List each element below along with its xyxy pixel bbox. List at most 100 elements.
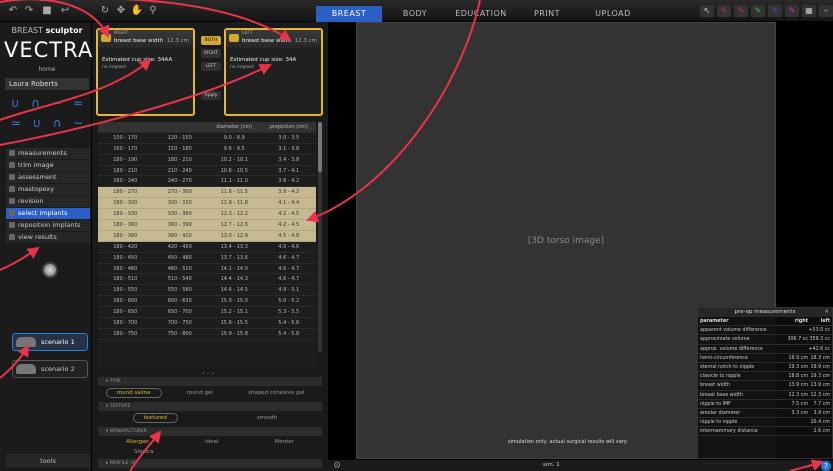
table-row[interactable]: 160 - 170 150 - 180 9.6 - 9.5 3.1 - 3.8 <box>98 144 316 155</box>
table-row[interactable]: 100 - 170 120 - 150 9.0 - 8.9 3.0 - 3.5 <box>98 133 316 144</box>
manufacturer-header[interactable]: ▾ MANUFACTURER <box>98 427 322 436</box>
menu-reposition-implants[interactable]: reposition implants <box>6 220 90 231</box>
column-header[interactable]: projection (cm) <box>262 122 317 132</box>
table-scrollbar[interactable] <box>318 122 322 352</box>
measurement-row: nipple to nipple 20.4 cm <box>698 418 832 428</box>
table-row[interactable]: 180 - 300 300 - 330 11.9 - 11.8 4.1 - 4.4 <box>98 198 316 210</box>
menu-trim-image[interactable]: trim image <box>6 160 90 171</box>
column-header[interactable]: diameter (cm) <box>207 122 262 132</box>
option-sientra[interactable]: Sientra <box>124 448 164 456</box>
view-side-icon[interactable]: ∼ <box>52 96 62 110</box>
view-oblique-icon[interactable]: ∩ <box>31 96 40 110</box>
table-cell: 180 - 210 <box>167 156 192 163</box>
menu-assessment[interactable]: assessment <box>6 172 90 183</box>
left-breast-card[interactable]: LEFT breast base width 12.3 cm Estimated… <box>224 28 323 116</box>
table-row[interactable]: 180 - 240 240 - 270 11.1 - 11.0 3.8 - 4.2 <box>98 176 316 188</box>
view-shade-icon[interactable]: ∪ <box>32 116 41 130</box>
tool-green-line-icon[interactable]: ✎ <box>751 5 765 17</box>
table-row[interactable]: 180 - 210 210 - 240 10.6 - 10.5 3.7 - 4.1 <box>98 166 316 177</box>
view-wire-icon[interactable]: ≃ <box>11 116 21 130</box>
view-shape-row-1: ∪ ∩ ∼ ≈ <box>5 94 89 112</box>
option-round-saline[interactable]: round saline <box>105 388 162 398</box>
table-cell: 180 - 420 <box>113 243 138 250</box>
scenario-1-button[interactable]: scenario 1 <box>12 333 88 351</box>
view-icon[interactable]: ■ <box>40 4 54 18</box>
tab-upload[interactable]: UPLOAD <box>580 6 646 22</box>
zoom-icon[interactable]: ⚲ <box>146 4 160 18</box>
tools-button[interactable]: tools <box>6 454 90 468</box>
table-row[interactable]: 180 - 650 650 - 700 15.2 - 15.1 5.3 - 5.5 <box>98 307 316 319</box>
help-icon[interactable]: ? <box>821 461 831 471</box>
left-button[interactable]: LEFT <box>201 62 221 71</box>
tool-blue-line-icon[interactable]: ✎ <box>768 5 782 17</box>
tab-print[interactable]: PRINT <box>514 6 580 22</box>
option-shaped-cohesive-gel[interactable]: shaped cohesive gel <box>238 389 314 397</box>
both-button[interactable]: BOTH <box>201 36 221 45</box>
table-cell: 11.9 - 11.8 <box>220 200 248 207</box>
table-row[interactable]: 180 - 270 270 - 300 11.6 - 11.5 3.9 - 4.2 <box>98 187 316 199</box>
option-ideal[interactable]: Ideal <box>195 438 228 446</box>
tab-breast[interactable]: BREAST <box>316 6 382 22</box>
option-smooth[interactable]: smooth <box>247 414 288 422</box>
tool-purple-line-icon[interactable]: ✎ <box>785 5 799 17</box>
table-row[interactable]: 180 - 190 180 - 210 10.2 - 10.1 3.4 - 3.8 <box>98 155 316 166</box>
pan-icon[interactable]: ✋ <box>130 4 144 18</box>
rotate-icon[interactable]: ↻ <box>98 4 112 18</box>
table-row[interactable]: 180 - 750 750 - 800 15.9 - 15.8 5.4 - 5.8 <box>98 329 316 340</box>
menu-revision[interactable]: revision <box>6 196 90 207</box>
table-row[interactable]: 180 - 480 480 - 510 14.1 - 14.0 4.6 - 4.7 <box>98 264 316 275</box>
tab-body[interactable]: BODY <box>382 6 448 22</box>
rotate-knob-icon[interactable] <box>42 262 58 278</box>
table-cell: 13.7 - 13.6 <box>220 254 248 261</box>
view-top-icon[interactable]: ≈ <box>73 96 83 110</box>
back-icon[interactable]: ↶ <box>6 4 20 18</box>
tool-grid-icon[interactable]: ▦ <box>802 5 816 17</box>
profile-header[interactable]: ▸ PROFILE: All <box>98 459 322 468</box>
home-link[interactable]: home <box>4 66 90 73</box>
table-row[interactable]: 180 - 550 550 - 580 14.6 - 14.5 4.9 - 5.1 <box>98 285 316 297</box>
gear-icon[interactable]: ⚙ <box>332 461 342 471</box>
patient-name[interactable]: Laura Roberts <box>5 78 89 90</box>
table-row[interactable]: 180 - 450 450 - 480 13.7 - 13.6 4.6 - 4.7 <box>98 253 316 264</box>
view-map-icon[interactable]: ∼ <box>73 116 83 130</box>
menu-mastopexy[interactable]: mastopexy <box>6 184 90 195</box>
scenario-2-button[interactable]: scenario 2 <box>12 360 88 378</box>
menu-select-implants[interactable]: select implants <box>6 208 90 219</box>
tool-arrow-icon[interactable]: ↖ <box>700 5 714 17</box>
right-button[interactable]: RIGHT <box>201 49 221 58</box>
table-cell: 15.6 - 15.5 <box>220 320 248 327</box>
menu-measurements[interactable]: measurements <box>6 148 90 159</box>
undo-icon[interactable]: ↩ <box>58 4 72 18</box>
option-round-gel[interactable]: round gel <box>177 389 223 397</box>
scroll-thumb[interactable] <box>318 122 322 172</box>
tool-red-marker-icon[interactable]: ✎ <box>717 5 731 17</box>
table-row[interactable]: 180 - 700 700 - 750 15.6 - 15.5 5.4 - 5.6 <box>98 318 316 329</box>
texture-header[interactable]: ▾ TEXTURE <box>98 402 322 411</box>
tab-education[interactable]: EDUCATION <box>448 6 514 22</box>
apply-button[interactable]: Apply <box>201 91 221 100</box>
option-mentor[interactable]: Mentor <box>265 438 304 446</box>
minimize-icon[interactable]: – <box>819 5 833 17</box>
view-front-icon[interactable]: ∪ <box>11 96 20 110</box>
menu-view-results[interactable]: view results <box>6 232 90 243</box>
column-header[interactable] <box>98 122 153 132</box>
table-row[interactable]: 180 - 600 600 - 630 15.0 - 15.0 5.0 - 5.2 <box>98 296 316 308</box>
option-textured[interactable]: textured <box>132 413 178 423</box>
option-allergan[interactable]: Allergan <box>116 438 159 446</box>
column-header[interactable] <box>153 122 208 132</box>
main-tabs: BREAST BODY EDUCATION PRINT UPLOAD <box>316 6 646 22</box>
view-color-icon[interactable]: ∩ <box>53 116 62 130</box>
table-row[interactable]: 180 - 390 390 - 420 13.0 - 12.9 4.5 - 4.8 <box>98 230 316 242</box>
workflow-menu: measurements trim image assessment masto… <box>6 148 90 244</box>
forward-icon[interactable]: ↷ <box>22 4 36 18</box>
right-breast-card[interactable]: RIGHT breast base width 12.3 cm Estimate… <box>96 28 195 116</box>
close-icon[interactable]: ✕ <box>824 308 829 317</box>
table-row[interactable]: 180 - 330 330 - 360 12.3 - 12.2 4.2 - 4.5 <box>98 209 316 221</box>
type-header[interactable]: ▾ TYPE <box>98 377 322 386</box>
move-icon[interactable]: ✥ <box>114 4 128 18</box>
table-row[interactable]: 180 - 360 360 - 390 12.7 - 12.6 4.2 - 4.5 <box>98 220 316 231</box>
tool-red-line-icon[interactable]: ✎ <box>734 5 748 17</box>
table-row[interactable]: 180 - 420 420 - 450 13.4 - 13.3 4.5 - 4.6 <box>98 242 316 253</box>
table-row[interactable]: 180 - 510 510 - 540 14.4 - 14.3 4.6 - 4.7 <box>98 274 316 286</box>
implant-status: no implant <box>230 65 255 70</box>
